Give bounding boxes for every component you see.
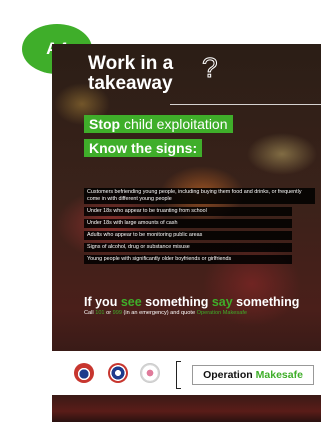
- operation-word: Operation: [203, 369, 253, 381]
- title-line-2: takeaway: [88, 73, 173, 94]
- police-crest-icon: [74, 363, 94, 383]
- list-item: Adults who appear to be monitoring publi…: [84, 231, 292, 240]
- bottom-photo-strip: [52, 395, 321, 422]
- number-101: 101: [95, 310, 105, 316]
- title-line-1: Work in a: [88, 53, 174, 74]
- question-mark-icon: ?: [202, 52, 219, 83]
- cta-see: see: [120, 295, 142, 309]
- stop-strong: Stop: [89, 116, 121, 132]
- know-signs-banner: Know the signs:: [84, 139, 203, 157]
- cta-part1: If you: [84, 295, 121, 309]
- number-999: 999: [112, 310, 122, 316]
- call-to-action: If you see something say something: [84, 295, 299, 309]
- call-middle: (in an emergency) and quote: [121, 310, 197, 316]
- list-item: Signs of alcohol, drug or substance misu…: [84, 243, 292, 252]
- call-or: or: [104, 310, 113, 316]
- signs-list: Customers befriending young people, incl…: [84, 188, 321, 267]
- list-item: Under 18s with large amounts of cash: [84, 219, 292, 228]
- call-prefix: Call: [84, 310, 96, 316]
- poster-title: Work in a takeaway: [88, 54, 173, 94]
- operation-makesafe-logo: Operation Makesafe: [192, 365, 314, 385]
- call-instructions: Call 101 or 999 (in an emergency) and qu…: [84, 310, 247, 316]
- stop-banner: Stop child exploitation: [84, 115, 233, 133]
- makesafe-word: Makesafe: [255, 369, 303, 381]
- bracket-divider: [176, 361, 181, 389]
- police-roundel-icon: [108, 363, 128, 383]
- cta-say: say: [211, 295, 233, 309]
- safeguarding-logo-icon: [140, 363, 160, 383]
- cta-part2: something: [141, 295, 212, 309]
- stop-rest: child exploitation: [120, 116, 228, 132]
- list-item: Young people with significantly older bo…: [84, 255, 292, 264]
- list-item: Under 18s who appear to be truanting fro…: [84, 207, 292, 216]
- footer: Operation Makesafe: [52, 351, 321, 395]
- list-item: Customers befriending young people, incl…: [84, 188, 315, 204]
- operation-name: Operation Makesafe: [196, 310, 247, 316]
- divider: [170, 104, 321, 105]
- cta-part3: something: [232, 295, 300, 309]
